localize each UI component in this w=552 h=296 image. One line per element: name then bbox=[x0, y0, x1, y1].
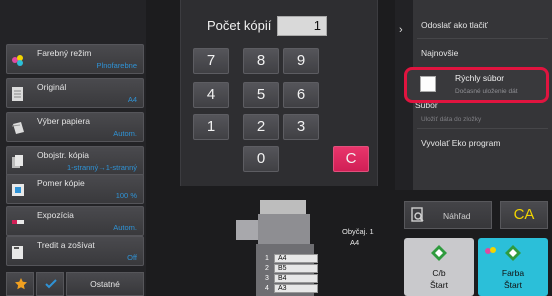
paper-size: A4 bbox=[350, 238, 360, 247]
setting-value: Autom. bbox=[113, 129, 137, 138]
setting-title: Obojstr. kópia bbox=[37, 150, 89, 160]
settings-panel: Farebný režim Plnofarebne Originál A4 Vý… bbox=[0, 0, 146, 296]
setting-title: Výber papiera bbox=[37, 116, 90, 126]
setting-value: Off bbox=[127, 253, 137, 262]
key-6[interactable]: 6 bbox=[283, 82, 319, 108]
setting-title: Farebný režim bbox=[37, 48, 92, 58]
key-3[interactable]: 3 bbox=[283, 114, 319, 140]
setting-copy-ratio[interactable]: Pomer kópie 100 % bbox=[6, 174, 144, 204]
paper-type: Obyčaj. 1 bbox=[342, 227, 374, 236]
key-9[interactable]: 9 bbox=[283, 48, 319, 74]
setting-value: 100 % bbox=[115, 191, 137, 200]
menu-newest[interactable]: Najnovšie bbox=[421, 48, 458, 58]
quick-file-subtitle: Dočasné uloženie dát bbox=[455, 88, 518, 95]
divider bbox=[417, 128, 548, 129]
bw-start-label: C/b bbox=[432, 268, 446, 278]
quick-file-option[interactable]: Rýchly súbor Dočasné uloženie dát bbox=[404, 67, 549, 103]
tray-number: 1 bbox=[265, 255, 269, 262]
duplex-icon bbox=[12, 155, 23, 168]
others-button[interactable]: Ostatné bbox=[66, 272, 144, 296]
staple-icon bbox=[12, 246, 23, 259]
quick-file-checkbox[interactable] bbox=[420, 76, 436, 92]
quick-file-title: Rýchly súbor bbox=[455, 73, 505, 83]
setting-title: Tredit a zošívat bbox=[37, 240, 95, 250]
setting-title: Expozícia bbox=[37, 210, 74, 220]
setting-color-mode[interactable]: Farebný režim Plnofarebne bbox=[6, 44, 144, 74]
color-mode-icon bbox=[12, 55, 23, 66]
others-label: Ostatné bbox=[90, 279, 120, 289]
key-5[interactable]: 5 bbox=[243, 82, 279, 108]
copies-input[interactable]: 1 bbox=[277, 16, 327, 36]
original-icon bbox=[12, 87, 23, 101]
menu-file-subtitle: Uložiť dáta do zložky bbox=[421, 116, 482, 123]
setting-title: Pomer kópie bbox=[37, 178, 85, 188]
setting-value: Plnofarebne bbox=[96, 61, 137, 70]
menu-send-print[interactable]: Odoslať ako tlačiť bbox=[421, 20, 488, 30]
key-1[interactable]: 1 bbox=[193, 114, 229, 140]
tray-2: B5 bbox=[274, 264, 318, 273]
tray-number: 2 bbox=[265, 265, 269, 272]
color-start-sublabel: Štart bbox=[504, 280, 522, 290]
setting-original[interactable]: Originál A4 bbox=[6, 78, 144, 108]
key-7[interactable]: 7 bbox=[193, 48, 229, 74]
setting-exposure[interactable]: Expozícia Autom. bbox=[6, 206, 144, 236]
star-icon bbox=[15, 278, 27, 290]
color-start-button[interactable]: Farba Štart bbox=[478, 238, 548, 296]
setting-value: A4 bbox=[127, 95, 137, 104]
paper-select-icon bbox=[11, 122, 24, 134]
preview-label: Náhľad bbox=[443, 211, 471, 221]
start-diamond-icon bbox=[431, 245, 447, 261]
color-start-label: Farba bbox=[501, 268, 525, 278]
copies-label: Počet kópií bbox=[207, 18, 272, 33]
menu-eco[interactable]: Vyvolať Eko program bbox=[421, 138, 500, 148]
favorites-button[interactable] bbox=[6, 272, 34, 296]
tray-4: A3 bbox=[274, 284, 318, 293]
tray-1: A4 bbox=[274, 254, 318, 263]
copy-screen: Farebný režim Plnofarebne Originál A4 Vý… bbox=[0, 0, 552, 296]
tray-number: 3 bbox=[265, 275, 269, 282]
copy-ratio-icon bbox=[12, 184, 24, 196]
preview-button[interactable]: Náhľad bbox=[404, 201, 492, 229]
color-icon bbox=[485, 247, 496, 254]
key-2[interactable]: 2 bbox=[243, 114, 279, 140]
key-8[interactable]: 8 bbox=[243, 48, 279, 74]
checkmark-icon bbox=[45, 279, 57, 289]
paper-info: Obyčaj. 1 A4 bbox=[342, 226, 374, 248]
ca-button[interactable]: CA bbox=[500, 201, 548, 229]
bw-start-sublabel: Štart bbox=[430, 280, 448, 290]
setting-value: 1-stranný→1-stranný bbox=[66, 163, 137, 172]
exposure-icon bbox=[12, 220, 24, 224]
keypad-panel: Počet kópií 1 7 8 9 4 5 6 1 2 3 0 C bbox=[180, 0, 378, 186]
setting-staple[interactable]: Tredit a zošívat Off bbox=[6, 236, 144, 266]
start-diamond-icon bbox=[505, 245, 521, 261]
machine-illustration: A4 B5 B4 A3 1 2 3 4 bbox=[228, 196, 338, 296]
tray-3: B4 bbox=[274, 274, 318, 283]
chevron-right-icon: › bbox=[399, 24, 403, 36]
bw-start-button[interactable]: C/b Štart bbox=[404, 238, 474, 296]
setting-duplex[interactable]: Obojstr. kópia 1-stranný→1-stranný bbox=[6, 146, 144, 176]
divider bbox=[417, 38, 548, 39]
tray-number: 4 bbox=[265, 285, 269, 292]
key-4[interactable]: 4 bbox=[193, 82, 229, 108]
check-button[interactable] bbox=[36, 272, 64, 296]
setting-paper-select[interactable]: Výber papiera Autom. bbox=[6, 112, 144, 142]
clear-button[interactable]: C bbox=[333, 146, 369, 172]
setting-value: Autom. bbox=[113, 223, 137, 232]
key-0[interactable]: 0 bbox=[243, 146, 279, 172]
preview-icon bbox=[411, 207, 424, 222]
setting-title: Originál bbox=[37, 82, 67, 92]
